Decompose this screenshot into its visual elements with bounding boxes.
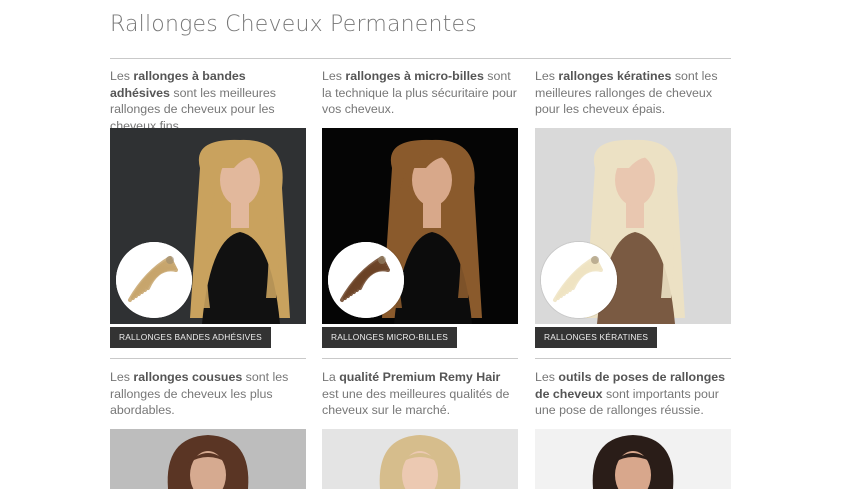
- desc-text: Les: [322, 69, 346, 83]
- desc-highlight: rallonges kératines: [558, 69, 672, 83]
- desc-bandes-adhesives: Les rallonges à bandes adhésives sont le…: [110, 68, 308, 134]
- hair-sample-icon: [116, 242, 192, 318]
- desc-text: La: [322, 370, 340, 384]
- desc-outils: Les outils de poses de rallonges de chev…: [535, 369, 733, 419]
- hair-sample-icon: [328, 242, 404, 318]
- desc-text: Les: [110, 69, 134, 83]
- desc-micro-billes: Les rallonges à micro-billes sont la tec…: [322, 68, 520, 118]
- product-image-micro-billes[interactable]: [322, 128, 518, 324]
- column-divider: [535, 358, 731, 359]
- bandes-adhesives-button[interactable]: RALLONGES BANDES ADHÉSIVES: [110, 327, 271, 348]
- product-image-keratines[interactable]: [535, 128, 731, 324]
- micro-billes-button[interactable]: RALLONGES MICRO-BILLES: [322, 327, 458, 348]
- hair-sample-icon: [541, 242, 617, 318]
- desc-premium-remy: La qualité Premium Remy Hair est une des…: [322, 369, 520, 419]
- keratines-button[interactable]: RALLONGES KÉRATINES: [535, 327, 658, 348]
- title-divider: [110, 58, 731, 59]
- desc-highlight: qualité Premium Remy Hair: [339, 370, 501, 384]
- product-image-bandes-adhesives[interactable]: [110, 128, 306, 324]
- model-photo: [110, 429, 306, 489]
- column-divider: [110, 358, 306, 359]
- desc-text: Les: [110, 370, 134, 384]
- desc-cousues: Les rallonges cousues sont les rallonges…: [110, 369, 308, 419]
- desc-highlight: rallonges à micro-billes: [345, 69, 484, 83]
- hair-sample-badge: [116, 242, 192, 318]
- hair-sample-badge: [541, 242, 617, 318]
- desc-text: est une des meilleures qualités de cheve…: [322, 386, 510, 418]
- page: Rallonges Cheveux Permanentes Les rallon…: [0, 0, 848, 489]
- desc-text: Les: [535, 370, 559, 384]
- desc-highlight: rallonges cousues: [133, 370, 243, 384]
- product-image-cousues[interactable]: [110, 429, 306, 489]
- page-title: Rallonges Cheveux Permanentes: [110, 12, 477, 37]
- product-image-outils[interactable]: [535, 429, 731, 489]
- desc-keratines: Les rallonges kératines sont les meilleu…: [535, 68, 733, 118]
- desc-text: Les: [535, 69, 559, 83]
- model-photo: [322, 429, 518, 489]
- product-image-premium-remy[interactable]: [322, 429, 518, 489]
- column-divider: [322, 358, 518, 359]
- hair-sample-badge: [328, 242, 404, 318]
- model-photo: [535, 429, 731, 489]
